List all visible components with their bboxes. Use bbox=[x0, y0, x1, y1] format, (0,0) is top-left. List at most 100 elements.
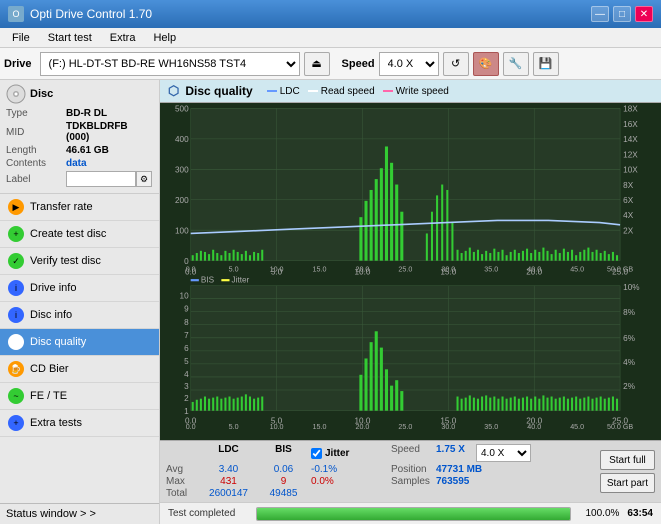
create-test-icon: + bbox=[8, 226, 24, 242]
svg-text:3: 3 bbox=[184, 381, 189, 391]
svg-text:500: 500 bbox=[175, 103, 189, 113]
drive-info-label: Drive info bbox=[30, 282, 76, 294]
start-full-button[interactable]: Start full bbox=[600, 450, 655, 470]
sidebar-item-verify-test-disc[interactable]: ✓ Verify test disc bbox=[0, 248, 159, 275]
status-window-button[interactable]: Status window > > bbox=[0, 503, 159, 524]
stats-col-bis: BIS bbox=[256, 444, 311, 462]
menu-extra[interactable]: Extra bbox=[102, 30, 144, 46]
quality-charts-svg: 0 100 200 300 400 500 18X 16X 14X 12X 10… bbox=[160, 103, 661, 440]
eject-button[interactable]: ⏏ bbox=[304, 52, 330, 76]
sidebar-item-disc-info[interactable]: i Disc info bbox=[0, 302, 159, 329]
svg-text:40.0: 40.0 bbox=[527, 264, 541, 273]
svg-text:1: 1 bbox=[184, 406, 189, 416]
total-bis: 49485 bbox=[256, 488, 311, 499]
nav-section: ▶ Transfer rate + Create test disc ✓ Ver… bbox=[0, 194, 159, 503]
position-label: Position bbox=[391, 464, 436, 475]
disc-label-btn[interactable]: ⚙ bbox=[136, 171, 152, 187]
sidebar-item-drive-info[interactable]: i Drive info bbox=[0, 275, 159, 302]
stats-avg-row: Avg 3.40 0.06 -0.1% Position 47731 MB bbox=[166, 464, 594, 475]
svg-text:0.0: 0.0 bbox=[186, 264, 196, 273]
chart-legend: LDC Read speed Write speed bbox=[267, 86, 449, 97]
start-part-button[interactable]: Start part bbox=[600, 473, 655, 493]
stats-col-empty bbox=[166, 444, 201, 462]
disc-type-key: Type bbox=[6, 108, 66, 119]
titlebar-title: O Opti Drive Control 1.70 bbox=[8, 6, 152, 22]
svg-text:8: 8 bbox=[184, 317, 189, 327]
app-title: Opti Drive Control 1.70 bbox=[30, 7, 152, 21]
tools-button[interactable]: 🔧 bbox=[503, 52, 529, 76]
disc-info-label: Disc info bbox=[30, 309, 72, 321]
extra-tests-icon: + bbox=[8, 415, 24, 431]
settings-button[interactable]: 🎨 bbox=[473, 52, 499, 76]
refresh-button[interactable]: ↺ bbox=[443, 52, 469, 76]
save-button[interactable]: 💾 bbox=[533, 52, 559, 76]
menu-help[interactable]: Help bbox=[145, 30, 184, 46]
svg-text:8X: 8X bbox=[623, 180, 633, 190]
disc-type-row: Type BD-R DL bbox=[6, 108, 153, 119]
svg-text:20.0: 20.0 bbox=[355, 264, 369, 273]
svg-text:50.0 GB: 50.0 GB bbox=[607, 422, 633, 431]
main-area: Disc Type BD-R DL MID TDKBLDRFB (000) Le… bbox=[0, 80, 661, 524]
sidebar-item-fe-te[interactable]: ~ FE / TE bbox=[0, 383, 159, 410]
svg-text:30.0: 30.0 bbox=[441, 422, 455, 431]
total-label: Total bbox=[166, 488, 201, 499]
drive-select[interactable]: (F:) HL-DT-ST BD-RE WH16NS58 TST4 bbox=[40, 52, 300, 76]
svg-text:8%: 8% bbox=[623, 307, 635, 317]
speed-stat-label: Speed bbox=[391, 444, 436, 462]
verify-test-label: Verify test disc bbox=[30, 255, 101, 267]
maximize-button[interactable]: □ bbox=[613, 6, 631, 22]
disc-length-key: Length bbox=[6, 145, 66, 156]
legend-write: Write speed bbox=[383, 86, 449, 97]
svg-text:BIS: BIS bbox=[201, 274, 215, 284]
disc-info-icon: i bbox=[8, 307, 24, 323]
max-ldc: 431 bbox=[201, 476, 256, 487]
svg-text:200: 200 bbox=[175, 195, 189, 205]
chart-title: Disc quality bbox=[185, 84, 252, 98]
max-jitter: 0.0% bbox=[311, 476, 391, 487]
svg-text:2%: 2% bbox=[623, 381, 635, 391]
avg-label: Avg bbox=[166, 464, 201, 475]
disc-label-key: Label bbox=[6, 174, 66, 185]
disc-contents-val: data bbox=[66, 158, 87, 169]
svg-text:6X: 6X bbox=[623, 195, 633, 205]
svg-text:20.0: 20.0 bbox=[355, 422, 369, 431]
sidebar-item-extra-tests[interactable]: + Extra tests bbox=[0, 410, 159, 437]
svg-text:30.0: 30.0 bbox=[441, 264, 455, 273]
stats-table: LDC BIS Jitter Speed 1.75 X 4.0 X A bbox=[166, 444, 594, 499]
svg-text:6: 6 bbox=[184, 343, 189, 353]
progress-bar-container bbox=[256, 507, 571, 521]
stats-row: LDC BIS Jitter Speed 1.75 X 4.0 X A bbox=[166, 444, 655, 499]
disc-contents-key: Contents bbox=[6, 158, 66, 169]
minimize-button[interactable]: — bbox=[591, 6, 609, 22]
menu-start-test[interactable]: Start test bbox=[40, 30, 100, 46]
speed-dropdown[interactable]: 4.0 X bbox=[476, 444, 531, 462]
svg-text:25.0: 25.0 bbox=[398, 422, 412, 431]
menu-file[interactable]: File bbox=[4, 30, 38, 46]
disc-mid-val: TDKBLDRFB (000) bbox=[66, 121, 153, 143]
sidebar-item-cd-bier[interactable]: 🍺 CD Bier bbox=[0, 356, 159, 383]
avg-bis: 0.06 bbox=[256, 464, 311, 475]
sidebar-item-create-test-disc[interactable]: + Create test disc bbox=[0, 221, 159, 248]
svg-text:45.0: 45.0 bbox=[570, 422, 584, 431]
jitter-label: Jitter bbox=[325, 448, 349, 459]
menubar: File Start test Extra Help bbox=[0, 28, 661, 48]
jitter-checkbox[interactable] bbox=[311, 448, 322, 459]
transfer-rate-label: Transfer rate bbox=[30, 201, 93, 213]
svg-text:10%: 10% bbox=[623, 282, 640, 292]
fe-te-icon: ~ bbox=[8, 388, 24, 404]
legend-ldc-label: LDC bbox=[280, 86, 300, 97]
stats-panel: LDC BIS Jitter Speed 1.75 X 4.0 X A bbox=[160, 440, 661, 502]
status-window-label: Status window > > bbox=[6, 508, 96, 520]
svg-text:2: 2 bbox=[184, 393, 189, 403]
progress-area: Test completed 100.0% 63:54 bbox=[160, 502, 661, 524]
disc-panel-header: Disc bbox=[6, 84, 153, 104]
sidebar-item-disc-quality[interactable]: ★ Disc quality bbox=[0, 329, 159, 356]
sidebar-item-transfer-rate[interactable]: ▶ Transfer rate bbox=[0, 194, 159, 221]
svg-text:35.0: 35.0 bbox=[484, 264, 498, 273]
disc-label-input[interactable] bbox=[66, 171, 136, 187]
samples-val: 763595 bbox=[436, 476, 469, 487]
close-button[interactable]: ✕ bbox=[635, 6, 653, 22]
svg-text:18X: 18X bbox=[623, 103, 638, 113]
speed-select[interactable]: 4.0 X bbox=[379, 52, 439, 76]
avg-ldc: 3.40 bbox=[201, 464, 256, 475]
